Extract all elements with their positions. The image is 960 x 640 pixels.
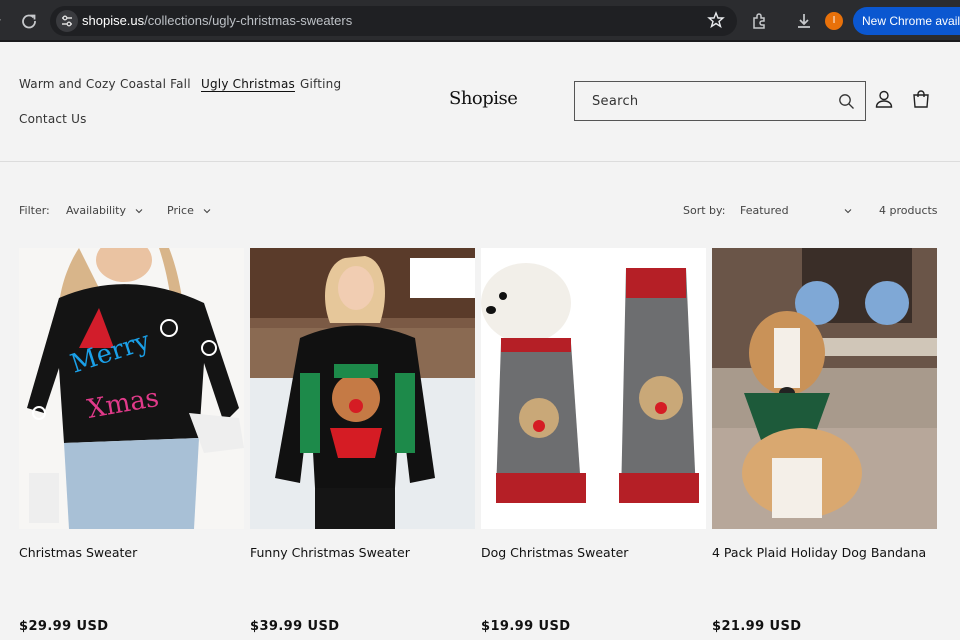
nav-gifting[interactable]: Gifting: [300, 77, 341, 91]
search-placeholder: Search: [592, 94, 639, 109]
chrome-update-button[interactable]: New Chrome availa: [853, 7, 960, 35]
browser-toolbar: › shopise.us/collections/ugly-christmas-…: [0, 0, 960, 42]
sort-label: Sort by:: [683, 204, 726, 217]
search-field[interactable]: Search: [574, 81, 866, 121]
extensions-icon[interactable]: [750, 11, 770, 31]
product-price: $19.99 USD: [481, 619, 571, 634]
url-text: shopise.us/collections/ugly-christmas-sw…: [82, 13, 352, 28]
nav-contact-us[interactable]: Contact Us: [19, 112, 87, 126]
forward-icon[interactable]: ›: [0, 12, 6, 30]
product-price: $21.99 USD: [712, 619, 802, 634]
nav-coastal-fall[interactable]: Coastal Fall: [120, 77, 191, 91]
filter-price-label: Price: [167, 204, 194, 217]
product-image[interactable]: [481, 248, 706, 529]
product-count: 4 products: [879, 204, 938, 217]
nav-ugly-christmas[interactable]: Ugly Christmas: [201, 77, 295, 91]
site-logo[interactable]: Shopise: [449, 88, 518, 109]
chevron-down-icon: [136, 209, 143, 214]
product-image[interactable]: [250, 248, 475, 529]
reload-icon[interactable]: [18, 10, 40, 32]
cart-icon[interactable]: [911, 89, 931, 109]
product-name[interactable]: Dog Christmas Sweater: [481, 545, 628, 560]
product-name[interactable]: 4 Pack Plaid Holiday Dog Bandana: [712, 545, 926, 560]
sort-select[interactable]: Featured: [740, 204, 852, 217]
chevron-down-icon: [844, 209, 852, 214]
nav-warm-and-cozy[interactable]: Warm and Cozy: [19, 77, 116, 91]
product-name[interactable]: Funny Christmas Sweater: [250, 545, 410, 560]
bookmark-star-icon[interactable]: [707, 11, 725, 29]
sort-value: Featured: [740, 204, 789, 217]
profile-avatar[interactable]: I: [825, 12, 843, 30]
chevron-down-icon: [203, 209, 211, 214]
url-path: /collections/ugly-christmas-sweaters: [144, 13, 353, 28]
product-image[interactable]: Merry Xmas: [19, 248, 244, 529]
filter-availability[interactable]: Availability: [66, 204, 143, 217]
address-bar[interactable]: shopise.us/collections/ugly-christmas-sw…: [50, 6, 737, 36]
url-host: shopise.us: [82, 13, 145, 28]
site-info-icon[interactable]: [56, 10, 78, 32]
search-icon[interactable]: [838, 93, 855, 110]
product-price: $39.99 USD: [250, 619, 340, 634]
product-price: $29.99 USD: [19, 619, 109, 634]
filter-label: Filter:: [19, 204, 50, 217]
filter-availability-label: Availability: [66, 204, 126, 217]
product-image[interactable]: [712, 248, 937, 529]
download-icon[interactable]: [794, 11, 814, 31]
account-icon[interactable]: [874, 89, 894, 109]
filter-price[interactable]: Price: [167, 204, 211, 217]
header-divider: [0, 161, 960, 162]
product-name[interactable]: Christmas Sweater: [19, 545, 137, 560]
